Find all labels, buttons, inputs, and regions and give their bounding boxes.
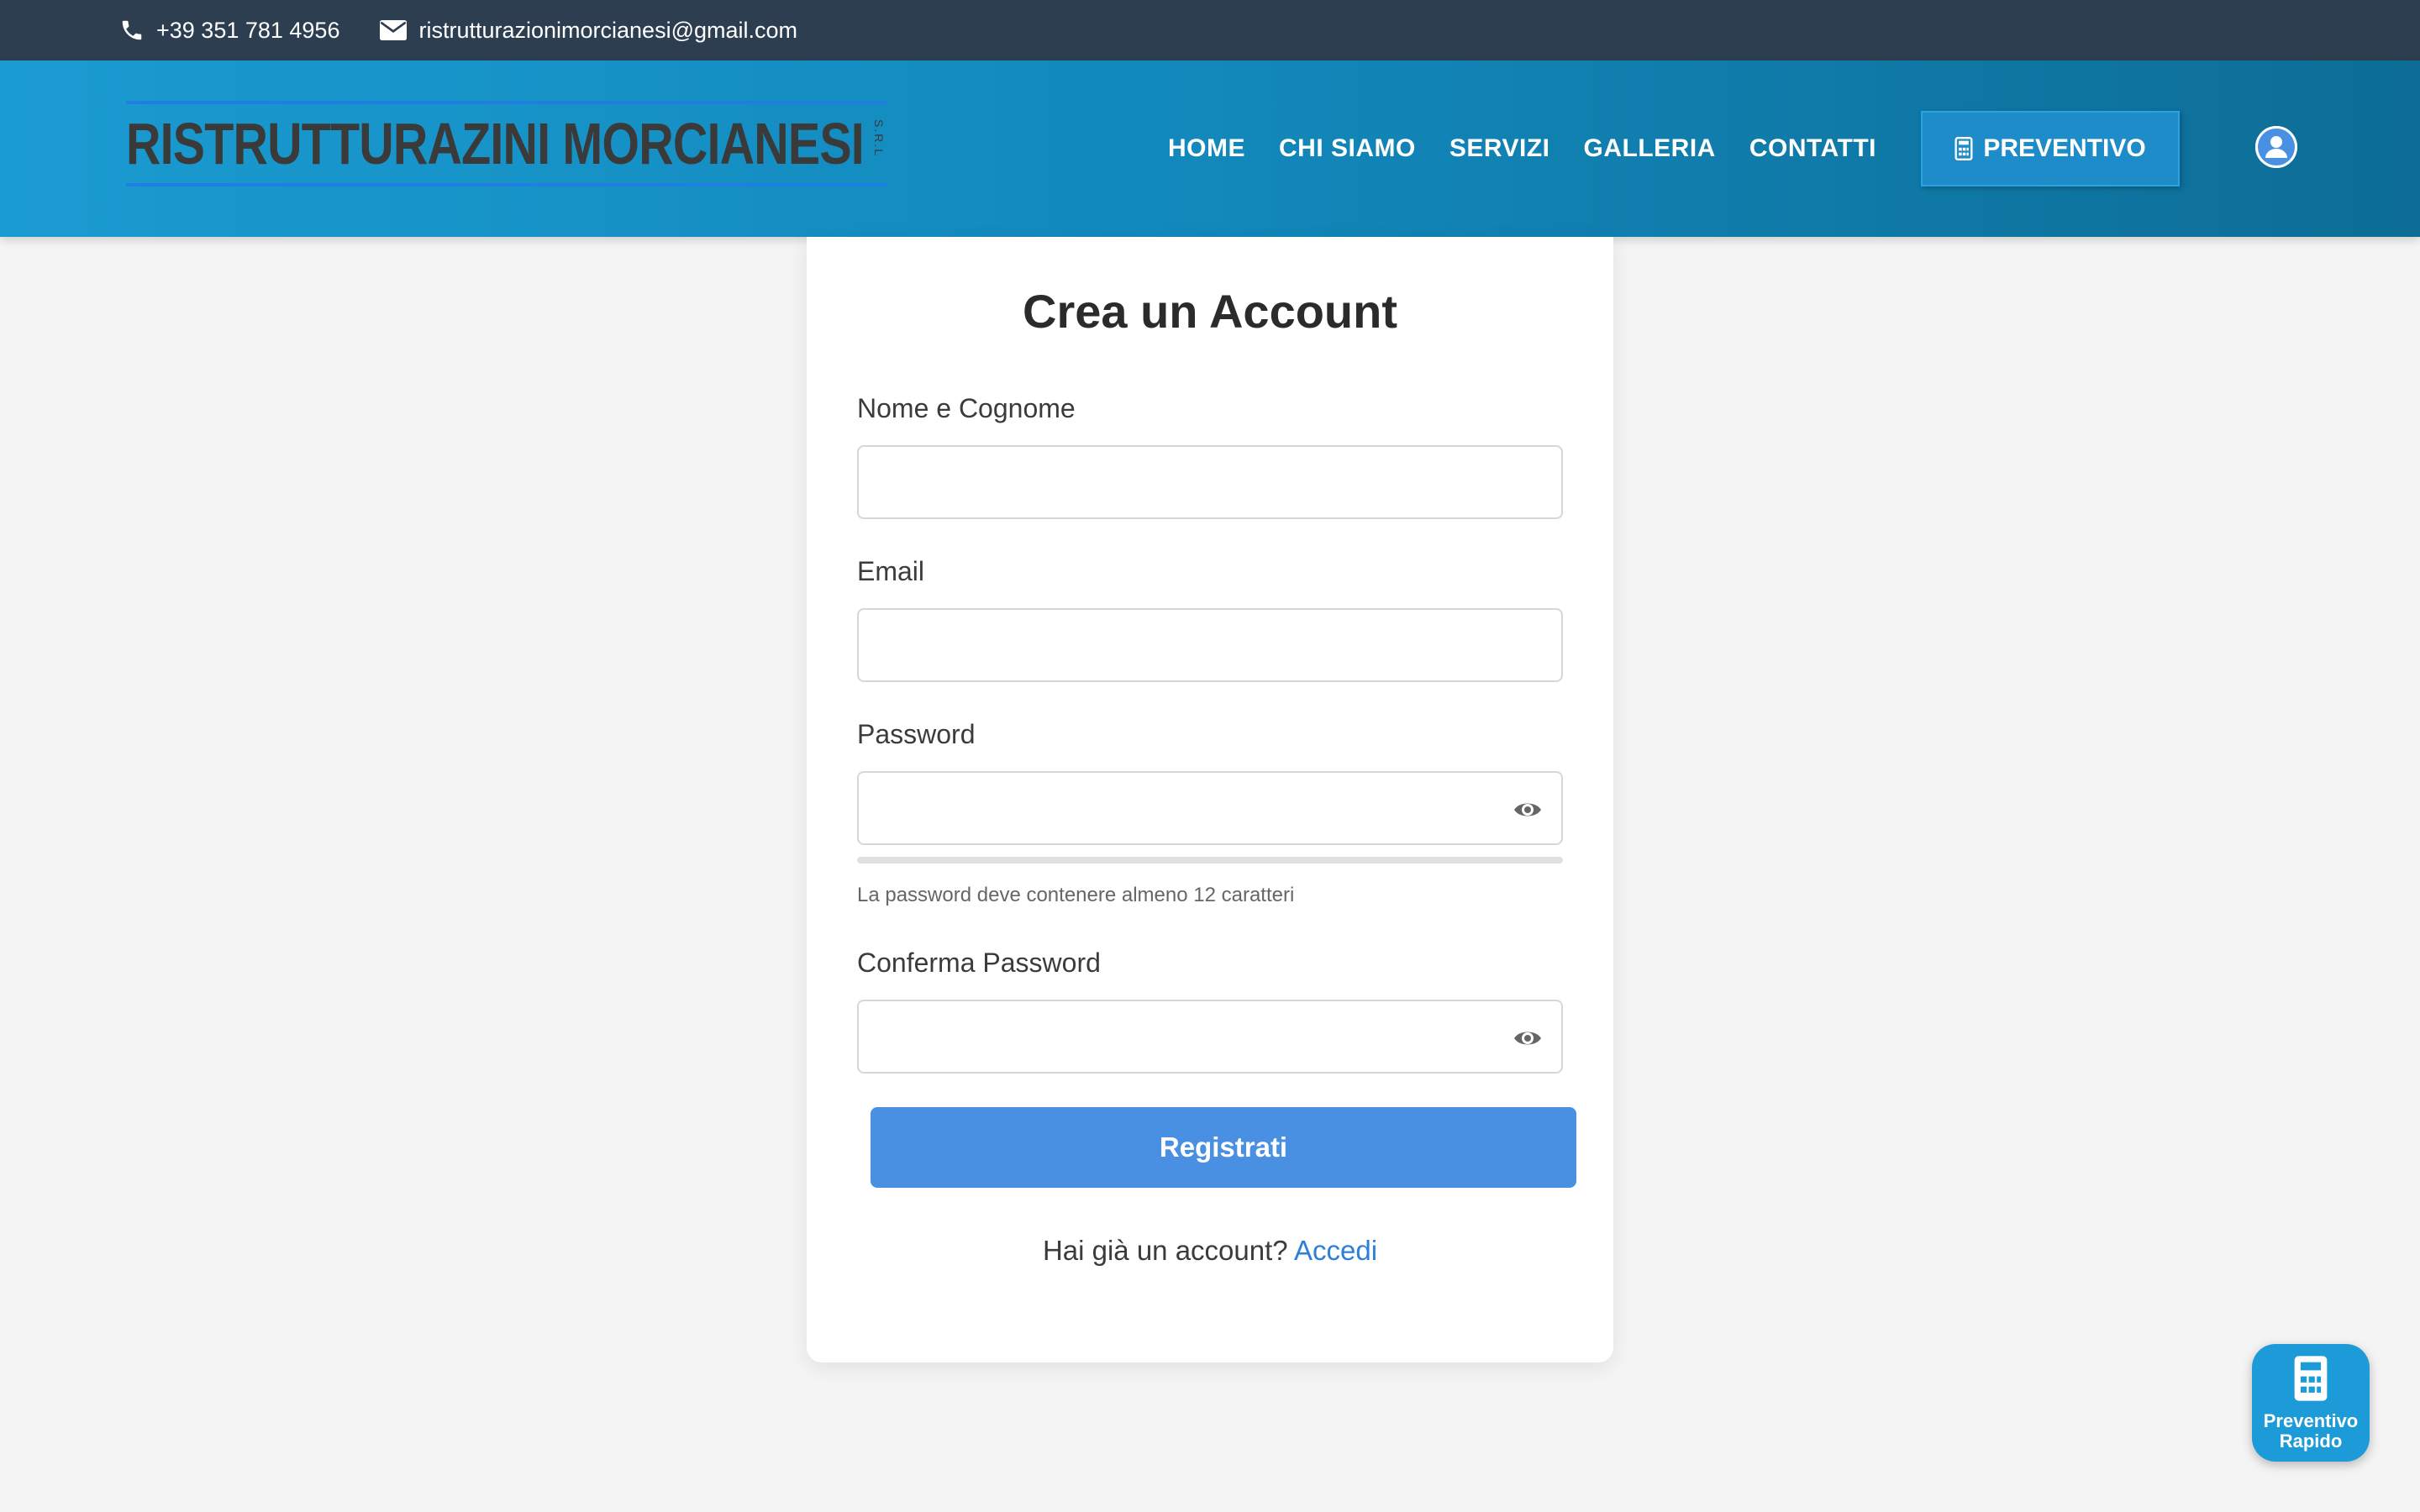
logo-text: RISTRUTTURAZINI MORCIANESI [126,111,865,176]
password-hint: La password deve contenere almeno 12 car… [857,884,1295,906]
confirm-password-input[interactable] [857,1000,1563,1074]
nav-chi-siamo[interactable]: CHI SIAMO [1279,134,1416,163]
page-title: Crea un Account [1023,285,1397,338]
quick-quote-button[interactable]: Preventivo Rapido [2252,1344,2370,1462]
login-prompt: Hai già un account? [1042,1235,1288,1266]
envelope-icon [380,20,408,40]
site-logo[interactable]: RISTRUTTURAZINI MORCIANESI S.R.L [126,101,887,186]
nav-galleria[interactable]: GALLERIA [1584,134,1716,163]
eye-icon[interactable] [1512,795,1543,825]
confirm-password-label: Conferma Password [857,948,1101,978]
nav-contatti[interactable]: CONTATTI [1749,134,1876,163]
eye-icon[interactable] [1512,1023,1543,1053]
email-input[interactable] [857,608,1563,682]
email-address: ristrutturazionimorcianesi@gmail.com [418,17,798,43]
password-label: Password [857,719,976,749]
nav-home[interactable]: HOME [1168,134,1245,163]
name-input[interactable] [857,445,1563,519]
login-link[interactable]: Accedi [1294,1235,1377,1266]
login-prompt-line: Hai già un account? Accedi [807,1235,1613,1267]
topbar-phone[interactable]: +39 351 781 4956 [119,18,339,44]
email-label: Email [857,556,925,586]
password-strength-bar [857,857,1563,864]
register-button[interactable]: Registrati [871,1107,1576,1188]
user-account-icon[interactable] [2255,126,2297,168]
phone-icon [122,20,142,40]
fab-label-line2: Rapido [2279,1431,2343,1452]
nav-servizi[interactable]: SERVIZI [1449,134,1550,163]
calculator-icon [2294,1356,2328,1401]
preventivo-label: PREVENTIVO [1983,134,2146,162]
topbar-email[interactable]: ristrutturazionimorcianesi@gmail.com [380,18,797,44]
calculator-icon [1954,137,1973,160]
logo-suffix: S.R.L [872,119,886,158]
main-nav: HOME CHI SIAMO SERVIZI GALLERIA CONTATTI [1168,60,1910,237]
password-input[interactable] [857,771,1563,845]
fab-label-line1: Preventivo [2263,1410,2359,1431]
name-label: Nome e Cognome [857,393,1076,423]
phone-number: +39 351 781 4956 [156,17,340,43]
register-card: Crea un Account Nome e Cognome Email Pas… [807,237,1613,1362]
preventivo-button[interactable]: PREVENTIVO [1921,111,2180,186]
top-info-bar: +39 351 781 4956 ristrutturazionimorcian… [0,0,2420,60]
